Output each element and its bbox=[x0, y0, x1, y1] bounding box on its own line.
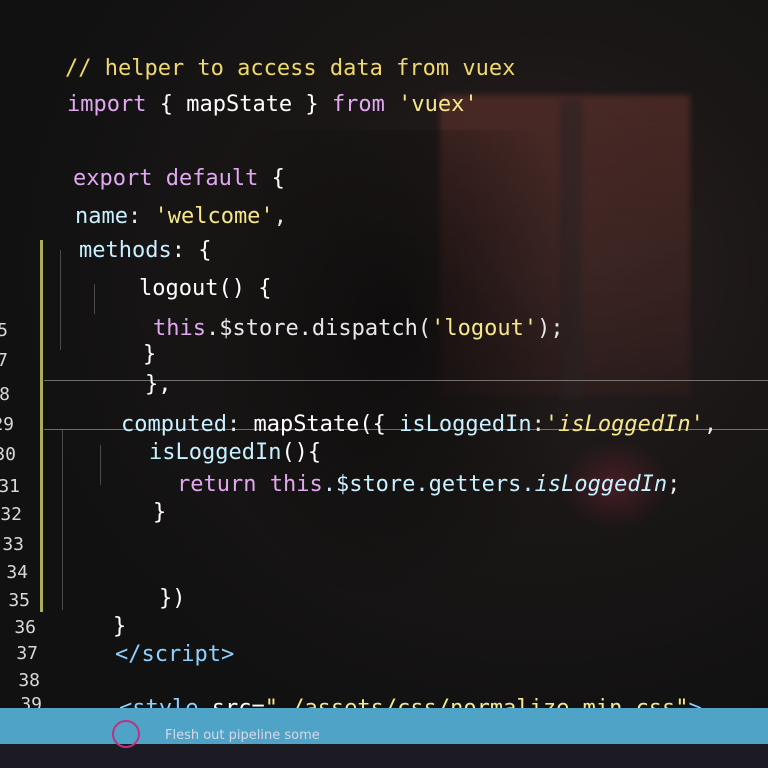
line-number: 32 bbox=[0, 504, 22, 525]
line-number: 37 bbox=[16, 643, 38, 664]
keyword-token: this bbox=[269, 472, 323, 497]
line-number: 29 bbox=[0, 414, 14, 435]
taskbar-item-label[interactable]: Flesh out pipeline some bbox=[165, 728, 320, 743]
keyword-token: from bbox=[331, 92, 385, 117]
punct-token: ; bbox=[667, 472, 681, 497]
taskbar bbox=[0, 744, 768, 768]
tag-name-token: script bbox=[141, 642, 221, 667]
indent-guide bbox=[62, 430, 63, 610]
string-token: 'isLoggedIn' bbox=[544, 412, 704, 437]
string-token: 'logout' bbox=[431, 316, 538, 341]
punct-token: : bbox=[531, 412, 545, 437]
brace-token: } bbox=[292, 92, 332, 117]
code-line[interactable]: import { mapState } from 'vuex' bbox=[14, 66, 478, 144]
identifier-token: mapState bbox=[186, 92, 293, 117]
line-number: 5 bbox=[0, 320, 8, 341]
member-token: .$store.dispatch( bbox=[205, 316, 432, 341]
line-number: 35 bbox=[8, 590, 30, 611]
line-number: 34 bbox=[6, 562, 28, 583]
tag-bracket-token: > bbox=[220, 642, 235, 667]
tag-bracket-token: </ bbox=[114, 642, 142, 667]
member-token: .$store.getters. bbox=[322, 472, 535, 497]
string-token: 'vuex' bbox=[398, 92, 478, 117]
line-number: 36 bbox=[14, 617, 36, 638]
code-editor-screen: // helper to access data from vuex impor… bbox=[0, 0, 768, 768]
keyword-token: this bbox=[152, 316, 206, 341]
line-number: 33 bbox=[2, 534, 24, 555]
keyword-token: import bbox=[66, 92, 147, 117]
code-line[interactable]: return this.$store.getters.isLoggedIn; bbox=[124, 446, 680, 524]
code-line[interactable]: } bbox=[100, 474, 166, 552]
brace-token: } bbox=[152, 500, 167, 525]
keyword-token: return bbox=[176, 472, 257, 497]
line-number: 30 bbox=[0, 444, 16, 465]
line-number: 31 bbox=[0, 476, 20, 497]
brace-token: ({ bbox=[359, 412, 400, 437]
punct-token: ); bbox=[537, 316, 564, 341]
brace-token: { bbox=[146, 92, 187, 117]
punct-token: , bbox=[273, 204, 287, 229]
app-icon[interactable] bbox=[112, 720, 140, 748]
line-number: 8 bbox=[0, 384, 10, 405]
line-number: 38 bbox=[18, 670, 40, 691]
line-number: 7 bbox=[0, 350, 8, 371]
punct-token: , bbox=[703, 412, 718, 437]
property-token: isLoggedIn bbox=[534, 472, 668, 497]
property-token: isLoggedIn bbox=[399, 412, 532, 437]
modified-lines-gutter bbox=[40, 240, 43, 612]
brace-token: }) bbox=[158, 586, 186, 611]
